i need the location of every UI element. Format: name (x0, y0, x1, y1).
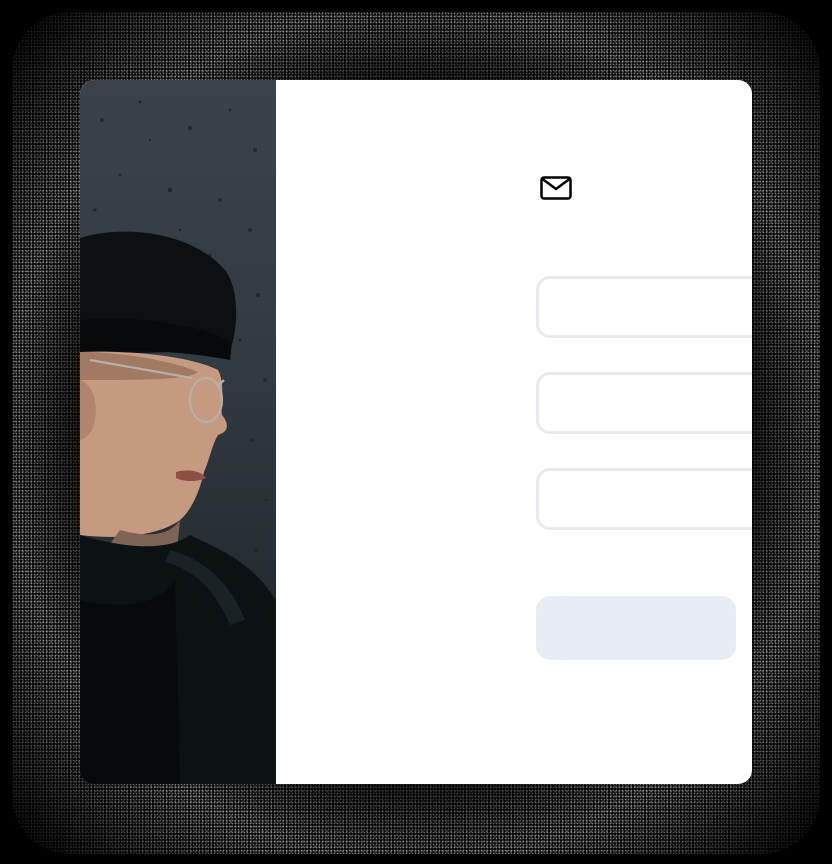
portrait-illustration (80, 100, 276, 784)
signup-card (80, 80, 752, 784)
form-field-3[interactable] (536, 468, 752, 530)
signup-form (276, 80, 752, 784)
submit-button[interactable] (536, 596, 736, 660)
form-field-2[interactable] (536, 372, 752, 434)
page (0, 0, 832, 864)
form-field-1[interactable] (536, 276, 752, 338)
portrait-image (80, 80, 276, 784)
mail-icon (540, 176, 572, 200)
